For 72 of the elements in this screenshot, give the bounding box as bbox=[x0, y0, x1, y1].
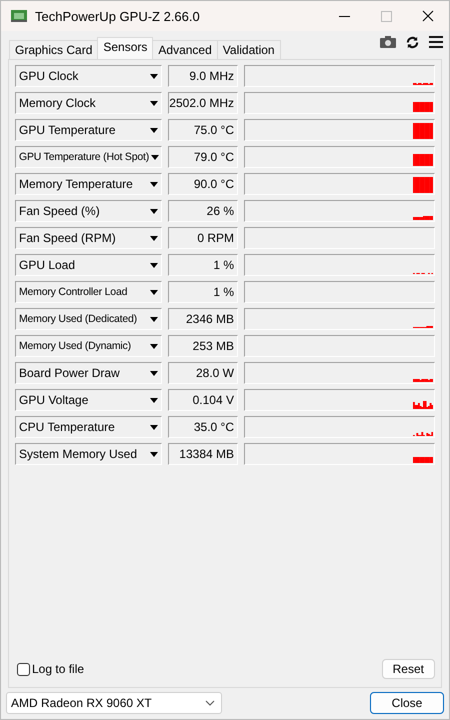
sensor-dropdown[interactable]: Memory Controller Load bbox=[15, 281, 162, 303]
close-icon[interactable] bbox=[422, 10, 434, 22]
sparkline bbox=[413, 401, 433, 409]
sensor-value: 26 % bbox=[168, 200, 238, 222]
menu-icon[interactable] bbox=[429, 36, 443, 48]
sensor-dropdown[interactable]: System Memory Used bbox=[15, 443, 162, 465]
sensor-dropdown[interactable]: GPU Load bbox=[15, 254, 162, 276]
sensor-dropdown[interactable]: GPU Voltage bbox=[15, 389, 162, 411]
sensor-dropdown[interactable]: Fan Speed (RPM) bbox=[15, 227, 162, 249]
sparkline bbox=[413, 273, 433, 274]
sparkline bbox=[413, 154, 433, 166]
sensor-value: 2502.0 MHz bbox=[168, 92, 238, 114]
tab[interactable]: Graphics Card bbox=[9, 40, 98, 59]
dropdown-arrow-icon bbox=[150, 100, 158, 106]
sensor-value: 0.104 V bbox=[168, 389, 238, 411]
dropdown-arrow-icon bbox=[151, 154, 159, 160]
dropdown-arrow-icon bbox=[150, 316, 158, 322]
app-icon bbox=[11, 10, 27, 22]
sensor-value: 28.0 W bbox=[168, 362, 238, 384]
sensor-value: 9.0 MHz bbox=[168, 65, 238, 87]
sensor-value: 1 % bbox=[168, 281, 238, 303]
sensor-value: 13384 MB bbox=[168, 443, 238, 465]
dropdown-arrow-icon bbox=[150, 290, 158, 294]
sparkline bbox=[413, 457, 433, 463]
sensor-dropdown[interactable]: GPU Temperature (Hot Spot) bbox=[15, 146, 162, 168]
close-button[interactable]: Close bbox=[370, 692, 444, 714]
checkbox[interactable] bbox=[17, 662, 30, 676]
sensor-dropdown[interactable]: GPU Clock bbox=[15, 65, 162, 87]
sensor-dropdown[interactable]: CPU Temperature bbox=[15, 416, 162, 438]
sparkline bbox=[413, 102, 433, 112]
sparkline bbox=[413, 177, 433, 193]
sensor-dropdown[interactable]: Memory Used (Dynamic) bbox=[15, 335, 162, 357]
sparkline bbox=[413, 83, 433, 85]
refresh-icon[interactable] bbox=[406, 36, 419, 48]
tab[interactable]: Validation bbox=[216, 40, 281, 59]
dropdown-arrow-icon bbox=[150, 370, 158, 376]
sparkline bbox=[413, 123, 433, 139]
dropdown-arrow-icon bbox=[150, 424, 158, 430]
sparkline bbox=[413, 432, 433, 436]
dropdown-arrow-icon bbox=[150, 262, 158, 268]
sensor-value: 1 % bbox=[168, 254, 238, 276]
chevron-icon bbox=[205, 700, 215, 706]
sparkline bbox=[413, 326, 433, 328]
checkbox-label: Log to file bbox=[32, 662, 84, 676]
camera-icon[interactable] bbox=[380, 36, 396, 48]
sensor-value: 2346 MB bbox=[168, 308, 238, 330]
reset-button[interactable]: Reset bbox=[382, 659, 435, 679]
sensor-dropdown[interactable]: Board Power Draw bbox=[15, 362, 162, 384]
sparkline bbox=[413, 216, 433, 220]
window-title: TechPowerUp GPU-Z 2.66.0 bbox=[35, 8, 201, 24]
sensor-value: 90.0 °C bbox=[168, 173, 238, 195]
sensor-value: 35.0 °C bbox=[168, 416, 238, 438]
sensor-dropdown[interactable]: Memory Temperature bbox=[15, 173, 162, 195]
dropdown-arrow-icon bbox=[150, 236, 158, 240]
sensor-dropdown[interactable]: Memory Clock bbox=[15, 92, 162, 114]
sensor-value: 75.0 °C bbox=[168, 119, 238, 141]
sensor-value: 253 MB bbox=[168, 335, 238, 357]
dropdown-arrow-icon bbox=[150, 128, 158, 132]
dropdown-arrow-icon bbox=[150, 182, 158, 186]
sensor-dropdown[interactable]: GPU Temperature bbox=[15, 119, 162, 141]
dropdown-arrow-icon bbox=[150, 452, 158, 456]
sensor-dropdown[interactable]: Memory Used (Dedicated) bbox=[15, 308, 162, 330]
dropdown-arrow-icon bbox=[150, 344, 158, 348]
dropdown-arrow-icon bbox=[150, 74, 158, 78]
sensor-value: 79.0 °C bbox=[168, 146, 238, 168]
dropdown-arrow-icon bbox=[150, 208, 158, 214]
tab[interactable]: Sensors bbox=[97, 37, 154, 59]
gpu-select[interactable]: AMD Radeon RX 9060 XT bbox=[6, 692, 222, 714]
sparkline bbox=[413, 379, 433, 382]
sensor-value: 0 RPM bbox=[168, 227, 238, 249]
dropdown-arrow-icon bbox=[150, 398, 158, 402]
sensor-dropdown[interactable]: Fan Speed (%) bbox=[15, 200, 162, 222]
